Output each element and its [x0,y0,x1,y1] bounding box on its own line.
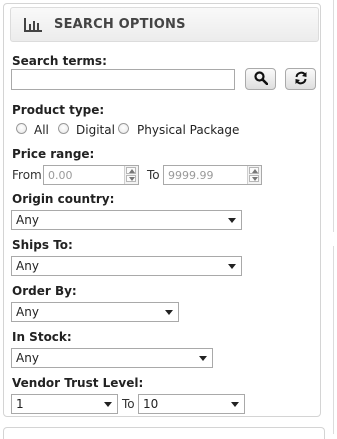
order-by-select[interactable]: Any [11,302,179,322]
chevron-down-icon [104,402,112,407]
product-type-digital-radio[interactable] [58,123,69,134]
ships-to-select[interactable]: Any [11,256,242,276]
price-range-label: Price range: [12,147,95,161]
product-type-all-label[interactable]: All [34,123,49,137]
spin-down-icon[interactable] [126,175,136,182]
product-type-label: Product type: [12,103,105,117]
search-terms-label: Search terms: [12,54,107,68]
origin-country-select[interactable]: Any [11,210,242,230]
price-to-spinner[interactable] [247,166,261,184]
adjacent-panel-edge [333,246,337,434]
vendor-trust-to-value: 10 [143,397,159,411]
chevron-down-icon [165,310,173,315]
product-type-physical-radio[interactable] [118,123,129,134]
ships-to-label: Ships To: [12,238,73,252]
next-panel-edge [3,427,325,439]
panel-title: SEARCH OPTIONS [54,17,186,32]
origin-country-value: Any [16,213,39,227]
chevron-down-icon [231,402,239,407]
refresh-icon [294,71,308,88]
search-options-panel: SEARCH OPTIONS Search terms: Product typ… [3,3,321,417]
in-stock-select[interactable]: Any [11,348,213,368]
adjacent-panel-edge [333,0,337,232]
bar-chart-icon [24,18,43,35]
search-button[interactable] [245,68,276,90]
chevron-down-icon [199,356,207,361]
price-from-spinner[interactable] [124,166,138,184]
reset-button[interactable] [285,68,316,90]
order-by-label: Order By: [12,284,77,298]
ships-to-value: Any [16,259,39,273]
vendor-trust-from-select[interactable]: 1 [11,394,118,414]
spin-up-icon[interactable] [126,167,136,174]
product-type-digital-label[interactable]: Digital [76,123,115,137]
origin-country-label: Origin country: [12,192,115,206]
in-stock-value: Any [16,351,39,365]
chevron-down-icon [228,264,236,269]
product-type-physical-label[interactable]: Physical Package [137,123,239,137]
panel-header: SEARCH OPTIONS [10,7,319,42]
spin-up-icon[interactable] [249,167,259,174]
search-terms-input[interactable] [11,69,235,90]
search-icon [253,70,268,88]
price-from-label: From [12,168,42,182]
vendor-trust-to-select[interactable]: 10 [138,394,245,414]
vendor-trust-to-label: To [122,397,135,411]
spin-down-icon[interactable] [249,175,259,182]
in-stock-label: In Stock: [12,330,72,344]
vendor-trust-from-value: 1 [16,397,24,411]
price-to-label: To [147,168,160,182]
order-by-value: Any [16,305,39,319]
product-type-all-radio[interactable] [16,123,27,134]
chevron-down-icon [228,218,236,223]
vendor-trust-label: Vendor Trust Level: [12,376,144,390]
